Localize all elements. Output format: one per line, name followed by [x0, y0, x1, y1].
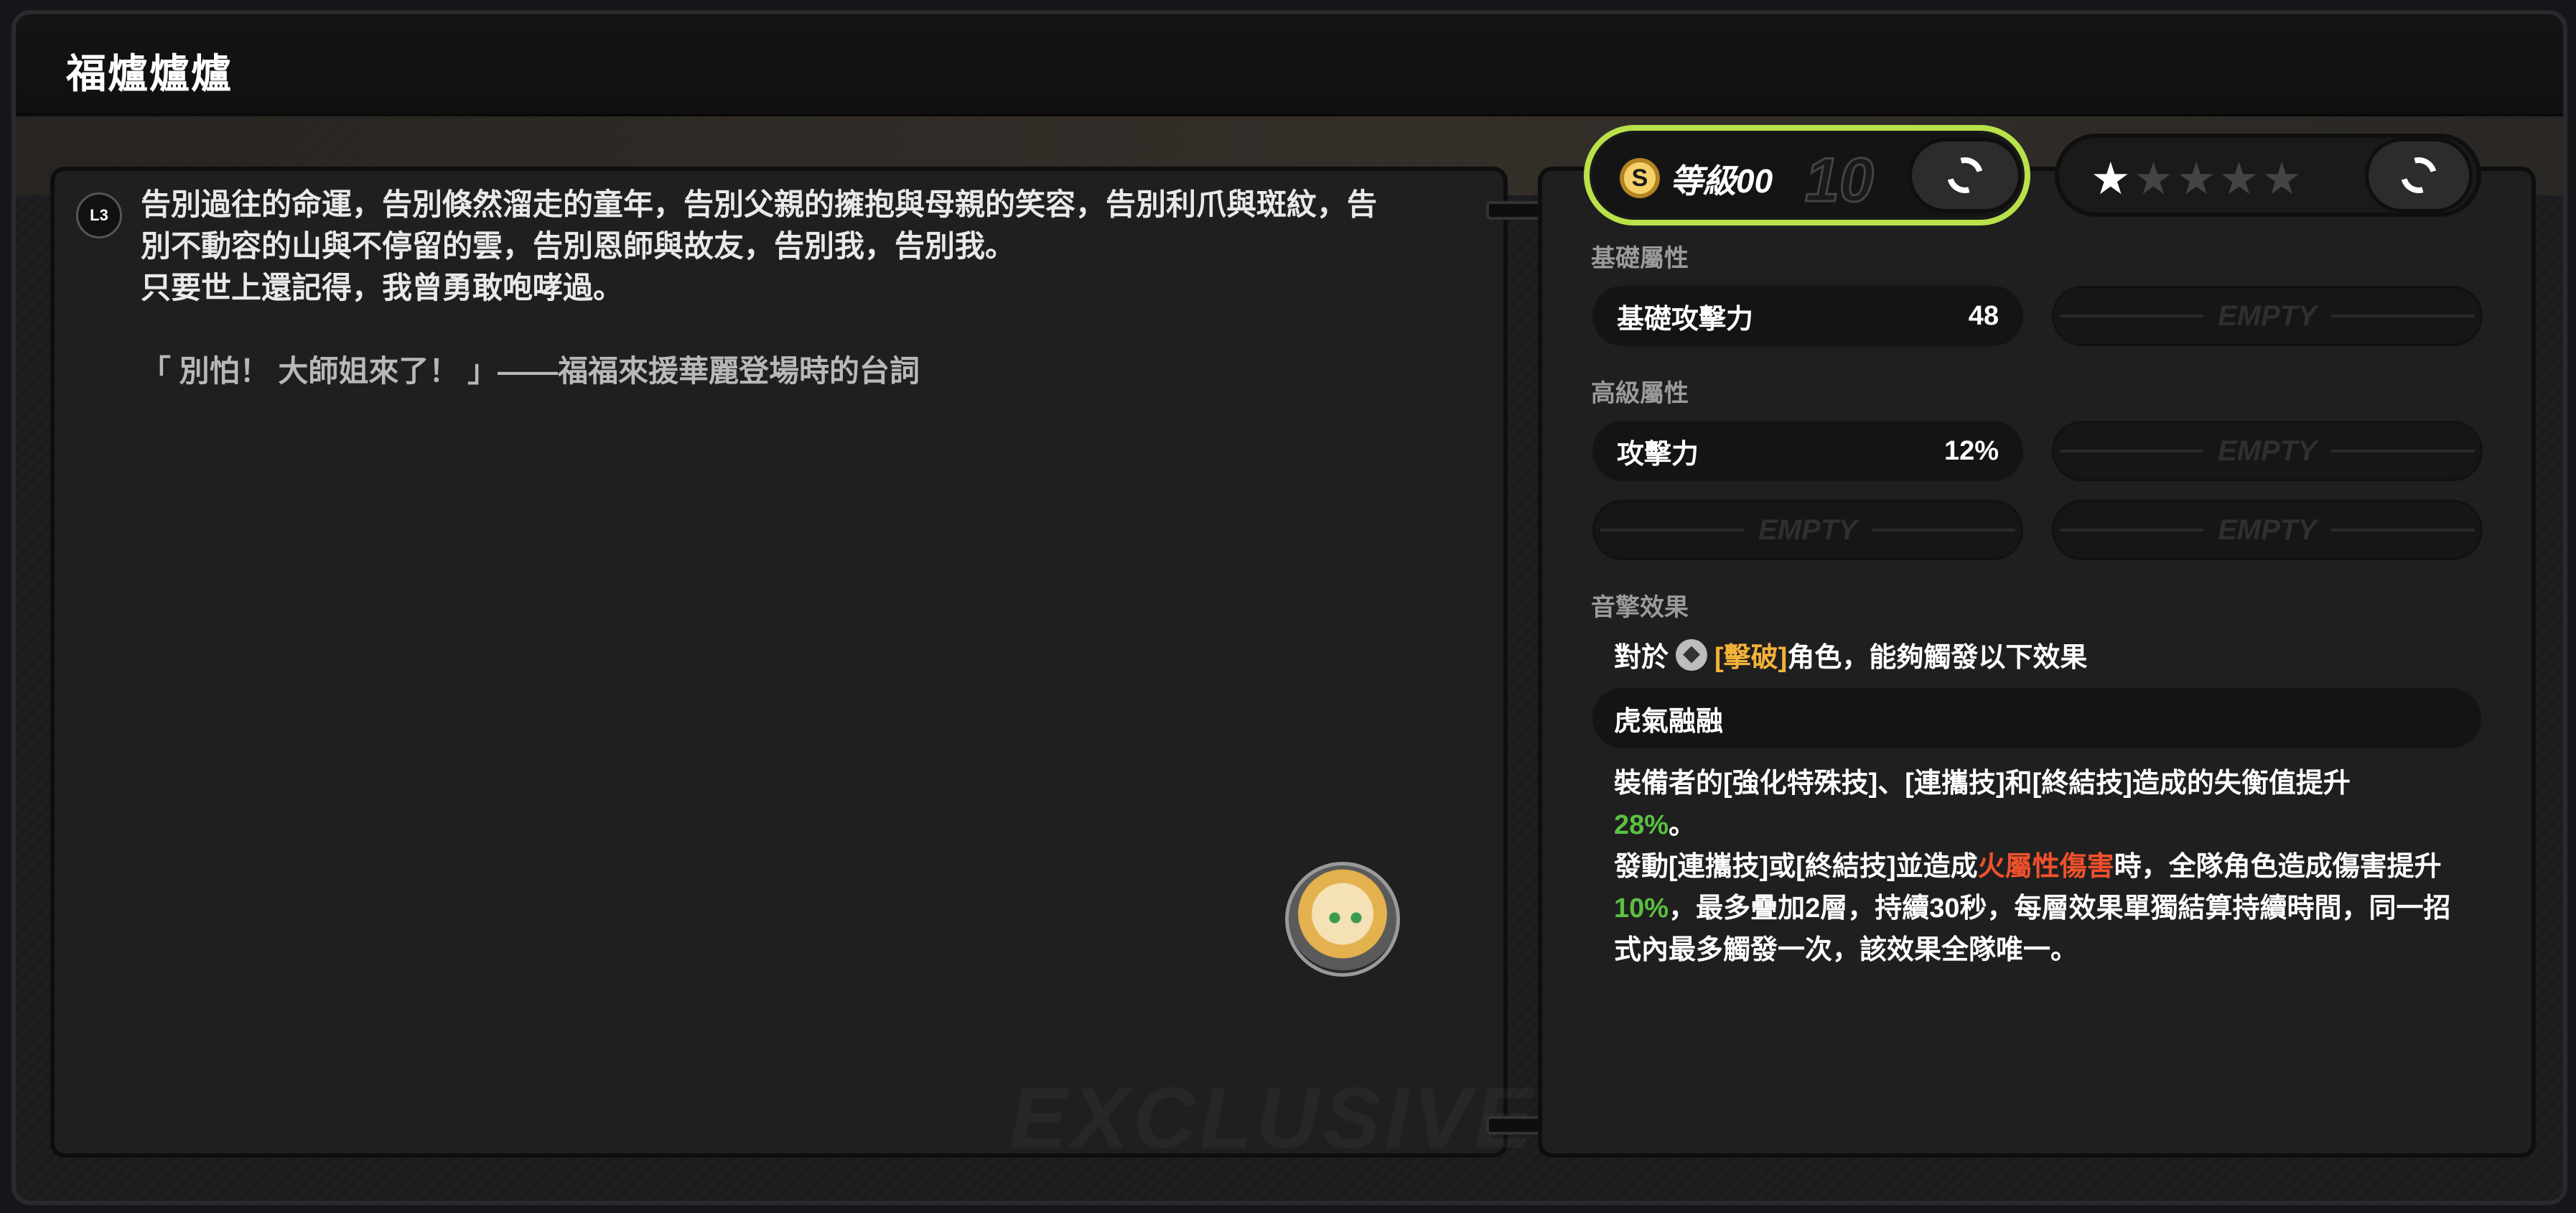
stat-value: 12%	[1943, 435, 1999, 466]
empty-slot: EMPTY	[2052, 421, 2483, 481]
base-attr-label: 基礎屬性	[1591, 245, 1689, 272]
adv-attr-label: 高級屬性	[1591, 380, 1689, 407]
star-icon: ★	[2218, 154, 2262, 204]
effect-description: 裝備者的[強化特殊技]、[連攜技]和[終結技]造成的失衡值提升 28%。 發動[連…	[1614, 763, 2461, 971]
title-bar: 福爐爐爐	[16, 14, 2563, 116]
refresh-icon	[2394, 150, 2444, 200]
stun-tag: [擊破]	[1714, 643, 1788, 673]
star-rating: ★★★★★	[2055, 134, 2481, 217]
stars-icons: ★★★★★	[2091, 152, 2305, 205]
effect-label: 音擎效果	[1591, 594, 1689, 621]
effect-paragraph-1: 裝備者的[強化特殊技]、[連攜技]和[終結技]造成的失衡值提升 28%。	[1614, 768, 2351, 840]
empty-slot: EMPTY	[2052, 286, 2483, 346]
story-line-3: 只要世上還記得，我曾勇敢咆哮過。	[141, 271, 624, 305]
star-refresh-button[interactable]	[2365, 138, 2473, 213]
effect-name: 虎氣融融	[1592, 688, 2481, 748]
base-attack-stat: 基礎攻擊力 48	[1592, 286, 2023, 346]
exclusive-watermark: EXCLUSIVE	[1009, 1069, 1536, 1168]
story-quote: 「 別怕！ 大師姐來了！ 」——福福來援華麗登場時的台詞	[141, 354, 920, 388]
effect-paragraph-2: 發動[連攜技]或[終結技]並造成火屬性傷害時，全隊角色造成傷害提升10%，最多疊…	[1614, 852, 2451, 965]
star-icon: ★	[2176, 154, 2219, 204]
level-refresh-button[interactable]	[1908, 138, 2022, 213]
attack-stat: 攻擊力 12%	[1592, 421, 2023, 481]
story-line-2: 別不動容的山與不停留的雲，告別恩師與故友，告別我，告別我。	[141, 229, 1016, 263]
empty-slot: EMPTY	[2052, 500, 2483, 560]
stun-type-icon	[1676, 638, 1708, 671]
story-panel: L3 告別過往的命運，告別倏然溜走的童年，告別父親的擁抱與母親的笑容，告別利爪與…	[50, 167, 1532, 1166]
star-icon: ★	[2133, 154, 2177, 204]
story-line-1: 告別過往的命運，告別倏然溜走的童年，告別父親的擁抱與母親的笑容，告別利爪與斑紋，…	[141, 187, 1378, 221]
refresh-icon	[1940, 150, 1990, 200]
stat-name: 基礎攻擊力	[1617, 304, 1754, 335]
level-display: S 等級00 10	[1584, 125, 2030, 226]
level-max: 10	[1804, 145, 1875, 216]
stat-name: 攻擊力	[1617, 439, 1699, 470]
stat-value: 48	[1968, 300, 1999, 331]
level-label: 等級00	[1670, 162, 1773, 200]
effect-intro: 對於 [擊破] 角色，能夠觸發以下效果	[1614, 635, 2087, 674]
rank-s-icon: S	[1620, 158, 1660, 198]
star-icon-filled: ★	[2091, 154, 2134, 204]
empty-slot: EMPTY	[1592, 500, 2023, 560]
character-avatar[interactable]	[1285, 862, 1400, 977]
story-text: 告別過往的命運，告別倏然溜走的童年，告別父親的擁抱與母親的笑容，告別利爪與斑紋，…	[141, 184, 1469, 392]
level-badge: L3	[76, 192, 122, 238]
page-title: 福爐爐爐	[66, 51, 233, 96]
star-icon: ★	[2262, 154, 2305, 204]
